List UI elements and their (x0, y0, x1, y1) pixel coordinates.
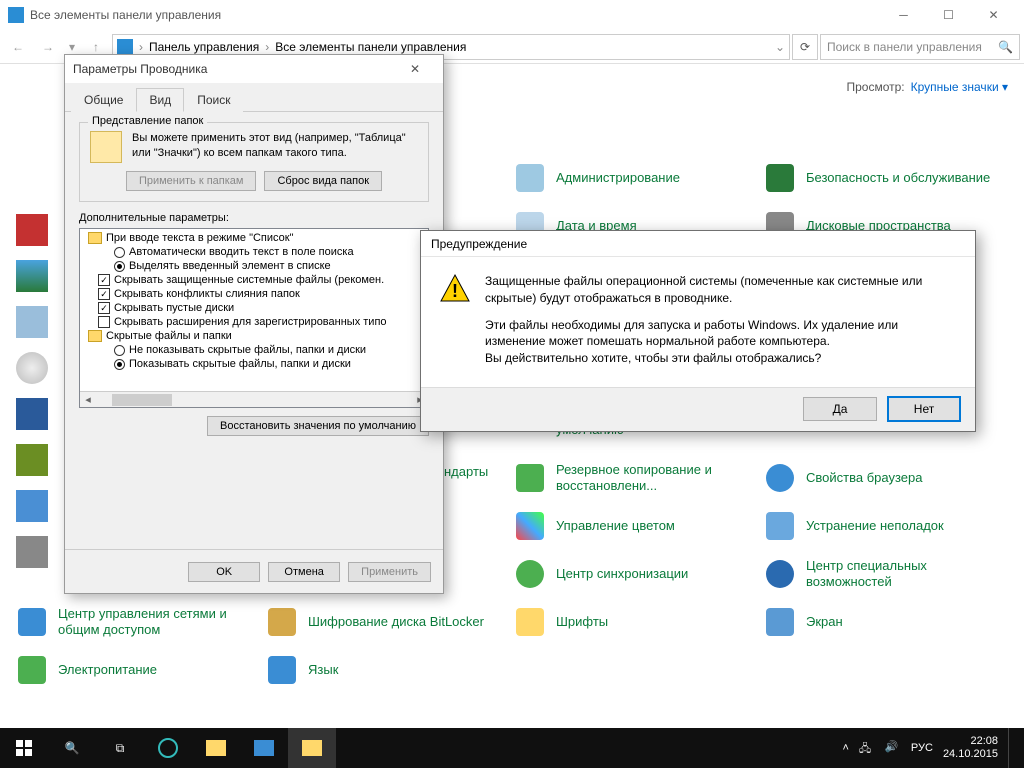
app-icon (8, 7, 24, 23)
pad-icon[interactable] (16, 536, 48, 568)
tree-checkbox[interactable]: Скрывать конфликты слияния папок (84, 287, 424, 301)
cp-item-display[interactable]: Экран (764, 598, 1014, 646)
dialog-title: Параметры Проводника (73, 62, 395, 76)
control-panel-icon (117, 39, 133, 55)
show-desktop-button[interactable] (1008, 728, 1014, 768)
flash-icon[interactable] (16, 214, 48, 246)
search-input[interactable]: Поиск в панели управления 🔍 (820, 34, 1020, 60)
messagebox-text-3: Вы действительно хотите, чтобы эти файлы… (485, 351, 821, 365)
cp-item-admin[interactable]: Администрирование (514, 154, 764, 202)
advanced-settings-label: Дополнительные параметры: (79, 212, 429, 224)
warning-icon: ! (439, 273, 471, 305)
search-button[interactable]: 🔍 (48, 728, 96, 768)
cp-item-network-sharing[interactable]: Центр управления сетями и общим доступом (16, 598, 266, 646)
tree-checkbox[interactable]: Скрывать пустые диски (84, 301, 424, 315)
back-button[interactable]: ← (4, 33, 32, 61)
no-button[interactable]: Нет (887, 396, 961, 422)
tree-checkbox[interactable]: Скрывать защищенные системные файлы (рек… (84, 273, 424, 287)
advanced-settings-tree[interactable]: При вводе текста в режиме "Список" Автом… (79, 228, 429, 408)
breadcrumb-item[interactable]: Панель управления (149, 40, 259, 54)
taskbar-edge[interactable] (144, 728, 192, 768)
printer-icon[interactable] (16, 306, 48, 338)
tray-clock[interactable]: 22:08 24.10.2015 (943, 735, 998, 760)
restore-defaults-button[interactable]: Восстановить значения по умолчанию (207, 416, 429, 436)
cp-item-troubleshoot[interactable]: Устранение неполадок (764, 502, 1014, 550)
folder-icon (88, 330, 102, 342)
group-legend: Представление папок (88, 115, 207, 127)
view-dropdown[interactable]: Крупные значки ▾ (911, 80, 1008, 94)
horizontal-scrollbar[interactable]: ◂ ▸ (80, 391, 428, 407)
folder-views-text: Вы можете применить этот вид (например, … (132, 131, 418, 161)
svg-text:!: ! (452, 281, 458, 301)
cp-item-accessibility[interactable]: Центр специальных возможностей (764, 550, 1014, 598)
apply-button[interactable]: Применить (348, 562, 431, 582)
tray-language[interactable]: РУС (911, 742, 933, 754)
reset-folders-button[interactable]: Сброс вида папок (264, 171, 382, 191)
dialog-close-button[interactable]: ✕ (395, 62, 435, 76)
tab-search[interactable]: Поиск (184, 88, 243, 112)
window-title: Все элементы панели управления (30, 8, 881, 22)
tray-chevron-up-icon[interactable]: ˄ (842, 742, 848, 754)
yes-button[interactable]: Да (803, 397, 877, 421)
messagebox-text-2: Эти файлы необходимы для запуска и работ… (485, 318, 898, 349)
breadcrumb-item[interactable]: Все элементы панели управления (275, 40, 466, 54)
folder-views-icon (90, 131, 122, 163)
refresh-button[interactable]: ⟳ (792, 34, 818, 60)
folder-options-dialog: Параметры Проводника ✕ Общие Вид Поиск П… (64, 54, 444, 594)
cp-item-security[interactable]: Безопасность и обслуживание (764, 154, 1014, 202)
cp-item-fonts[interactable]: Шрифты (514, 598, 764, 646)
tree-radio[interactable]: Автоматически вводить текст в поле поиск… (84, 245, 424, 259)
left-icon-strip (16, 214, 56, 568)
chevron-down-icon[interactable]: ⌄ (775, 40, 785, 54)
taskbar-explorer[interactable] (192, 728, 240, 768)
cp-item-internet[interactable]: Свойства браузера (764, 454, 1014, 502)
cp-item-sync[interactable]: Центр синхронизации (514, 550, 764, 598)
speaker-icon[interactable] (16, 352, 48, 384)
cp-item-backup[interactable]: Резервное копирование и восстановлени... (514, 454, 764, 502)
task-view-button[interactable]: ⧉ (96, 728, 144, 768)
tray-volume-icon[interactable]: 🔊 (885, 740, 901, 756)
tab-view[interactable]: Вид (136, 88, 184, 112)
search-placeholder: Поиск в панели управления (827, 40, 982, 54)
cp-item-language[interactable]: Язык (266, 646, 516, 694)
messagebox-title: Предупреждение (421, 231, 975, 257)
taskbar-explorer-active[interactable] (288, 728, 336, 768)
cp-item-power[interactable]: Электропитание (16, 646, 266, 694)
taskbar: 🔍 ⧉ ˄ 🖧 🔊 РУС 22:08 24.10.2015 (0, 728, 1024, 768)
folder-icon (88, 232, 102, 244)
tree-radio[interactable]: Выделять введенный элемент в списке (84, 259, 424, 273)
maximize-button[interactable]: ☐ (926, 0, 971, 30)
folder-views-group: Представление папок Вы можете применить … (79, 122, 429, 202)
tree-radio[interactable]: Не показывать скрытые файлы, папки и дис… (84, 343, 424, 357)
view-label: Просмотр: (846, 80, 904, 94)
tree-checkbox[interactable]: Скрывать расширения для зарегистрированн… (84, 315, 424, 329)
window-titlebar: Все элементы панели управления ─ ☐ ✕ (0, 0, 1024, 30)
cp-item-color[interactable]: Управление цветом (514, 502, 764, 550)
warning-messagebox: Предупреждение ! Защищенные файлы операц… (420, 230, 976, 432)
tab-general[interactable]: Общие (71, 88, 136, 112)
messagebox-text-1: Защищенные файлы операционной системы (п… (485, 273, 957, 307)
minimize-button[interactable]: ─ (881, 0, 926, 30)
ok-button[interactable]: OK (188, 562, 260, 582)
dialog-tabs: Общие Вид Поиск (65, 83, 443, 112)
cp-item-bitlocker[interactable]: Шифрование диска BitLocker (266, 598, 516, 646)
chevron-right-icon: › (139, 40, 143, 54)
chevron-right-icon: › (265, 40, 269, 54)
close-button[interactable]: ✕ (971, 0, 1016, 30)
start-button[interactable] (0, 728, 48, 768)
forward-button[interactable]: → (34, 33, 62, 61)
taskbar-app[interactable] (240, 728, 288, 768)
cancel-button[interactable]: Отмена (268, 562, 340, 582)
cp-item-fragment[interactable]: ндарты (444, 464, 488, 479)
phone-icon[interactable] (16, 490, 48, 522)
device-icon[interactable] (16, 398, 48, 430)
tree-radio[interactable]: Показывать скрытые файлы, папки и диски (84, 357, 424, 371)
tray-network-icon[interactable]: 🖧 (859, 740, 875, 756)
network-icon[interactable] (16, 444, 48, 476)
scrollbar-thumb[interactable] (112, 394, 172, 406)
globe-shield-icon[interactable] (16, 260, 48, 292)
apply-to-folders-button[interactable]: Применить к папкам (126, 171, 257, 191)
search-icon: 🔍 (998, 40, 1013, 54)
